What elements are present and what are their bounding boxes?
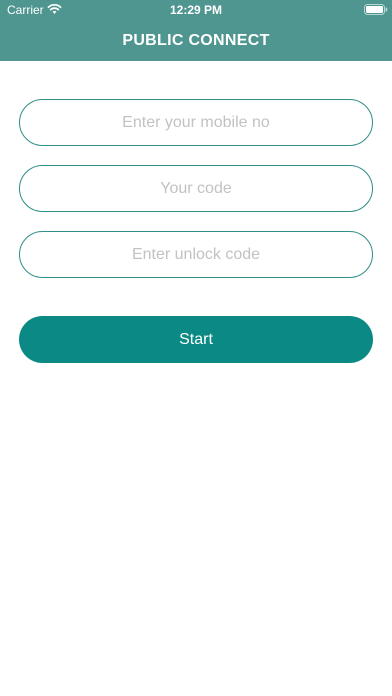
battery-icon bbox=[364, 4, 388, 15]
mobile-number-input[interactable] bbox=[19, 99, 373, 146]
start-button[interactable]: Start bbox=[19, 316, 373, 363]
unlock-code-input[interactable] bbox=[19, 231, 373, 278]
status-bar: Carrier 12:29 PM bbox=[0, 0, 392, 22]
clock-label: 12:29 PM bbox=[169, 3, 223, 17]
code-input[interactable] bbox=[19, 165, 373, 212]
app-header: Carrier 12:29 PM PUBLIC CONNECT bbox=[0, 0, 392, 61]
page-title: PUBLIC CONNECT bbox=[122, 32, 270, 49]
